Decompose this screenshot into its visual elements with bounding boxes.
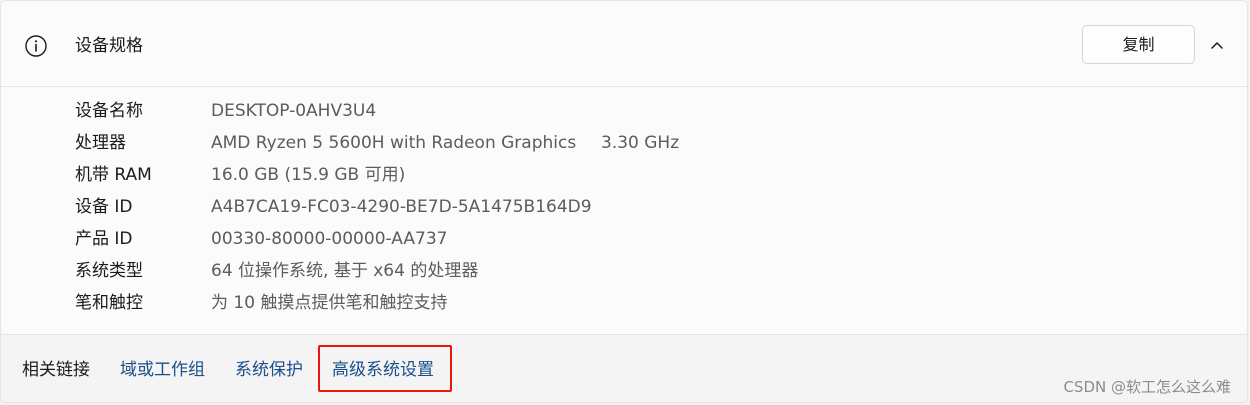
spec-label: 笔和触控 [75, 293, 143, 313]
spec-label: 设备 ID [75, 197, 133, 217]
device-specs-card: 设备规格 复制 设备名称 DESKTOP-0AHV3U4 处理器 AMD Ryz… [0, 0, 1248, 403]
spec-row-device-id: 设备 ID A4B7CA19-FC03-4290-BE7D-5A1475B164… [1, 192, 1247, 224]
spec-label: 设备名称 [75, 101, 143, 121]
spec-label: 处理器 [75, 133, 126, 153]
chevron-up-icon[interactable] [1206, 34, 1228, 56]
related-links-bar: 相关链接 域或工作组 系统保护 高级系统设置 CSDN @软工怎么这么难 [1, 334, 1247, 402]
spec-value: 为 10 触摸点提供笔和触控支持 [211, 293, 448, 313]
link-domain-workgroup[interactable]: 域或工作组 [120, 359, 205, 381]
spec-label: 机带 RAM [75, 165, 152, 185]
spec-label: 产品 ID [75, 229, 133, 249]
spec-value: 16.0 GB (15.9 GB 可用) [211, 165, 406, 185]
copy-button[interactable]: 复制 [1082, 25, 1195, 64]
spec-value: 64 位操作系统, 基于 x64 的处理器 [211, 261, 479, 281]
spec-row-pen-touch: 笔和触控 为 10 触摸点提供笔和触控支持 [1, 288, 1247, 320]
spec-row-device-name: 设备名称 DESKTOP-0AHV3U4 [1, 96, 1247, 128]
info-icon [24, 34, 48, 58]
spec-row-product-id: 产品 ID 00330-80000-00000-AA737 [1, 224, 1247, 256]
specs-list: 设备名称 DESKTOP-0AHV3U4 处理器 AMD Ryzen 5 560… [1, 88, 1247, 334]
link-advanced-system-settings[interactable]: 高级系统设置 [332, 359, 434, 381]
link-system-protection[interactable]: 系统保护 [235, 359, 303, 381]
spec-row-system-type: 系统类型 64 位操作系统, 基于 x64 的处理器 [1, 256, 1247, 288]
spec-value: 00330-80000-00000-AA737 [211, 229, 448, 249]
spec-row-ram: 机带 RAM 16.0 GB (15.9 GB 可用) [1, 160, 1247, 192]
spec-value: AMD Ryzen 5 5600H with Radeon Graphics [211, 133, 577, 153]
spec-label: 系统类型 [75, 261, 143, 281]
spec-row-processor: 处理器 AMD Ryzen 5 5600H with Radeon Graphi… [1, 128, 1247, 160]
section-title: 设备规格 [75, 36, 143, 56]
spec-value: DESKTOP-0AHV3U4 [211, 101, 377, 121]
spec-extra-value: 3.30 GHz [601, 133, 680, 153]
spec-value: A4B7CA19-FC03-4290-BE7D-5A1475B164D9 [211, 197, 592, 217]
device-specs-header[interactable]: 设备规格 复制 [1, 1, 1247, 87]
related-links-label: 相关链接 [22, 360, 90, 380]
watermark: CSDN @软工怎么这么难 [1063, 378, 1231, 396]
